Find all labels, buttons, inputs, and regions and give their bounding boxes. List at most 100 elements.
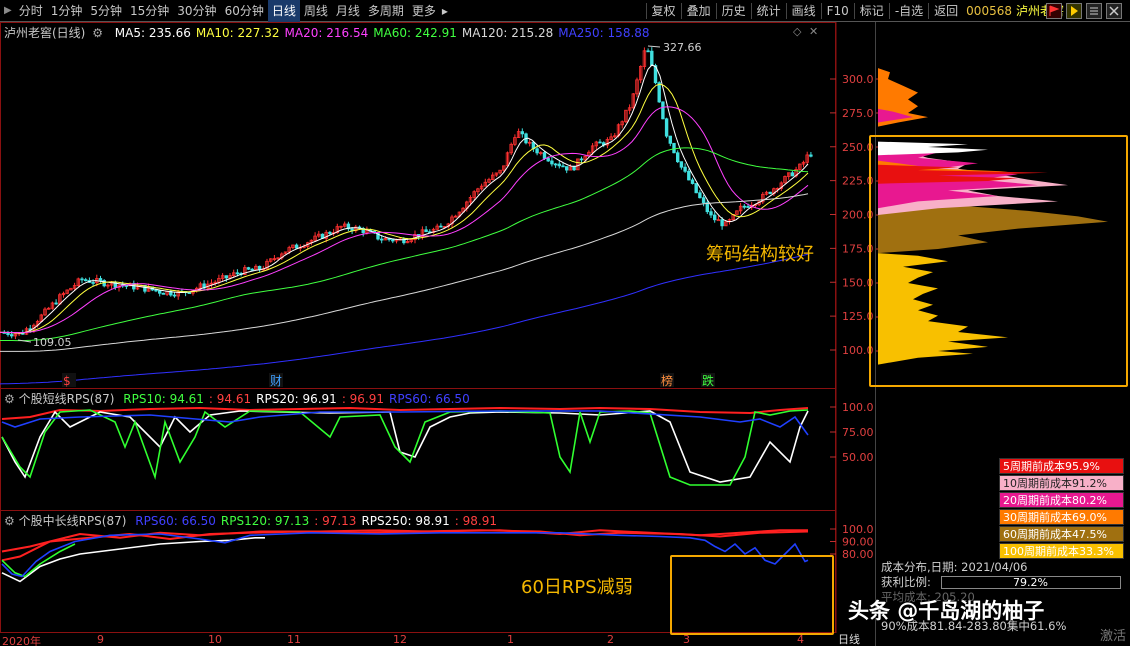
rps-short-tick-1: 75.00 bbox=[842, 426, 874, 439]
x-tick-0: 2020年 bbox=[2, 635, 41, 646]
candle-body bbox=[664, 118, 669, 137]
period-tab-0[interactable]: 分时 bbox=[15, 0, 47, 22]
profit-ratio-value: 79.2% bbox=[940, 576, 1121, 589]
candle-body bbox=[235, 272, 240, 275]
rps-short-labels: RPS10: 94.61: 94.61 RPS20: 96.91: 96.91 RP… bbox=[118, 392, 469, 406]
rps-long-gear-icon[interactable]: ⚙ bbox=[4, 514, 15, 528]
ma20-line bbox=[0, 106, 809, 334]
event-marker-2[interactable]: 榜 bbox=[661, 373, 673, 388]
rps-long-label-1: RPS120: 97.13 bbox=[220, 514, 310, 528]
ma-label-1: MA10: 227.32 bbox=[195, 26, 280, 40]
candle-body bbox=[646, 50, 650, 53]
settings-gear-icon[interactable]: ⚙ bbox=[92, 26, 103, 40]
ma250-line bbox=[0, 253, 809, 385]
rps-short-label-0: RPS10: 94.61 bbox=[123, 392, 204, 406]
candle-body bbox=[424, 229, 428, 233]
period-tab-3[interactable]: 15分钟 bbox=[126, 0, 173, 22]
ma-label-4: MA120: 215.28 bbox=[461, 26, 554, 40]
candle-body bbox=[742, 205, 746, 208]
toolbar-separator bbox=[853, 2, 855, 19]
rps-short-tick-2: 50.00 bbox=[842, 451, 874, 464]
period-tab-6[interactable]: 日线 bbox=[267, 0, 300, 22]
rps-long-title: 个股中长线RPS(87) bbox=[18, 514, 127, 528]
candle-body bbox=[709, 211, 713, 216]
event-marker-3[interactable]: 跌 bbox=[702, 373, 714, 388]
period-tab-2[interactable]: 5分钟 bbox=[86, 0, 126, 22]
ma-label-2: MA20: 216.54 bbox=[284, 26, 369, 40]
candle-body bbox=[54, 302, 58, 305]
candle-body bbox=[687, 170, 691, 181]
candle-body bbox=[694, 183, 698, 194]
period-label[interactable]: 日线 bbox=[836, 633, 875, 646]
chart-area: 300.0 275.0 250.0 225.0 200.0 175.0 150.0 125.0… bbox=[0, 22, 875, 646]
chip-annotation: 筹码结构较好 bbox=[706, 244, 814, 265]
candle-body bbox=[661, 101, 665, 120]
period-tab-10[interactable]: 更多 bbox=[408, 0, 440, 22]
rps-60-short-line bbox=[1, 410, 809, 436]
tool-button-7[interactable]: -自选 bbox=[891, 0, 927, 22]
rps-long-title-row: ⚙ 个股中长线RPS(87) RPS60: 66.50 RPS120: 97.13… bbox=[4, 512, 497, 529]
period-tab-9[interactable]: 多周期 bbox=[364, 0, 408, 22]
candle-body bbox=[557, 163, 561, 167]
period-tab-8[interactable]: 月线 bbox=[332, 0, 364, 22]
price-tick-0: 300.0 bbox=[842, 73, 874, 86]
x-tick-3: 11 bbox=[287, 633, 301, 646]
flag-icon[interactable] bbox=[1046, 3, 1062, 19]
toolbar-separator bbox=[928, 2, 930, 19]
rps-20-line bbox=[1, 410, 809, 483]
tool-button-0[interactable]: 复权 bbox=[648, 0, 680, 22]
toolbar-separator bbox=[680, 2, 682, 19]
candle-body bbox=[80, 278, 84, 281]
tool-button-1[interactable]: 叠加 bbox=[683, 0, 715, 22]
candle-body bbox=[9, 334, 14, 337]
candle-body bbox=[701, 197, 706, 204]
period-tab-7[interactable]: 周线 bbox=[300, 0, 332, 22]
close-panel-icon[interactable]: ✕ bbox=[809, 25, 818, 38]
candle-body bbox=[91, 282, 95, 284]
rps-short-label-4: RPS60: 66.50 bbox=[389, 392, 470, 406]
menu-icon[interactable] bbox=[1086, 3, 1102, 19]
period-tab-1[interactable]: 1分钟 bbox=[47, 0, 87, 22]
tool-button-8[interactable]: 返回 bbox=[930, 0, 962, 22]
period-tab-4[interactable]: 30分钟 bbox=[173, 0, 220, 22]
candle-body bbox=[561, 165, 565, 168]
candle-body bbox=[579, 158, 584, 161]
ma-label-5: MA250: 158.88 bbox=[558, 26, 650, 40]
toolbar-separator bbox=[750, 2, 752, 19]
candle-body bbox=[668, 135, 672, 144]
tool-button-6[interactable]: 标记 bbox=[856, 0, 888, 22]
chip-legend-row-2: 20周期前成本80.2% bbox=[999, 492, 1124, 508]
ma120-line bbox=[0, 193, 809, 352]
play-icon[interactable] bbox=[1066, 3, 1082, 19]
toolbar-separator bbox=[645, 2, 647, 19]
candle-body bbox=[246, 267, 251, 270]
event-marker-1[interactable]: 财 bbox=[270, 374, 282, 388]
candle-body bbox=[698, 192, 702, 199]
toolbar-grip-icon[interactable]: ▶ bbox=[0, 5, 15, 16]
tool-buttons: 复权 叠加 历史 统计 画线 F10 标记 -自选 返回 bbox=[645, 0, 963, 22]
close-icon[interactable] bbox=[1106, 3, 1122, 19]
x-tick-1: 9 bbox=[97, 633, 104, 646]
tool-button-4[interactable]: 画线 bbox=[788, 0, 820, 22]
event-marker-0[interactable]: $ bbox=[63, 374, 71, 388]
rps-short-red-line bbox=[1, 406, 809, 420]
kline-layer: 300.0275.0250.0225.0200.0175.0150.0125.0… bbox=[0, 41, 874, 388]
candle-body bbox=[676, 152, 680, 163]
x-tick-6: 2 bbox=[607, 633, 614, 646]
tool-button-5[interactable]: F10 bbox=[823, 0, 853, 22]
rps-short-label-2: RPS20: 96.91 bbox=[256, 392, 337, 406]
candle-body bbox=[790, 172, 795, 177]
diamond-icon[interactable]: ◇ bbox=[793, 25, 801, 38]
tool-button-2[interactable]: 历史 bbox=[718, 0, 750, 22]
period-tab-5[interactable]: 60分钟 bbox=[221, 0, 268, 22]
rps-short-label-3: : 96.91 bbox=[341, 392, 385, 406]
candle-body bbox=[713, 214, 717, 221]
rps-short-title: 个股短线RPS(87) bbox=[18, 392, 115, 406]
rps-short-gear-icon[interactable]: ⚙ bbox=[4, 392, 15, 406]
watermark: 头条 @千岛湖的柚子 bbox=[848, 599, 1045, 623]
stock-code: 000568 bbox=[966, 3, 1012, 18]
candle-body bbox=[809, 154, 813, 157]
tool-button-3[interactable]: 统计 bbox=[753, 0, 785, 22]
more-arrow-icon[interactable]: ▸ bbox=[440, 0, 450, 22]
candle-body bbox=[768, 191, 772, 194]
